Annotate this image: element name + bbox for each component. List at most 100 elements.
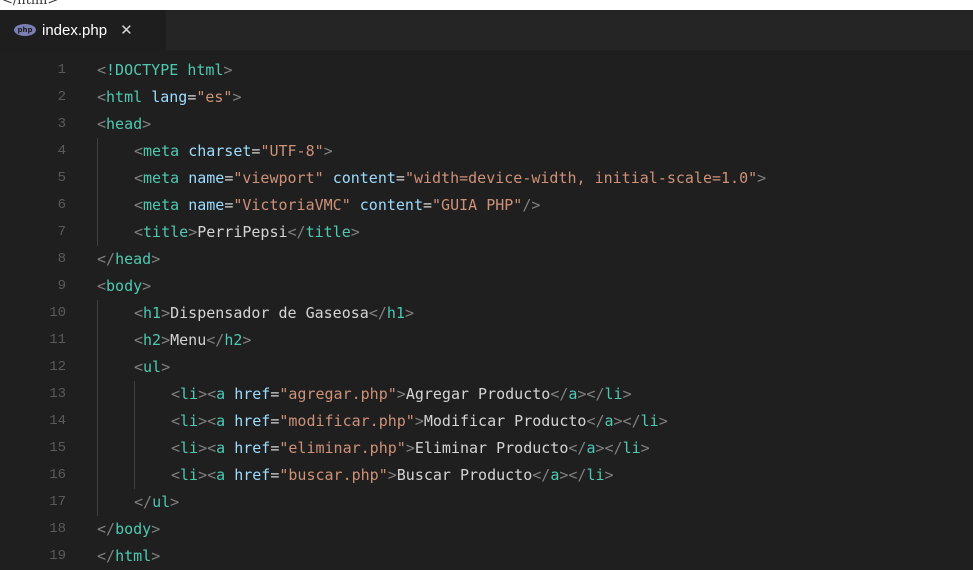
code-token: li [180, 466, 199, 484]
code-token: < [134, 169, 144, 187]
code-token: title [143, 223, 189, 241]
code-token: = [395, 169, 405, 187]
code-text: <meta name="VictoriaVMC" content="GUIA P… [134, 192, 540, 219]
code-line[interactable]: 13 <li><a href="agregar.php">Agregar Prod… [0, 381, 973, 408]
code-token: </ [287, 223, 306, 241]
code-token: Agregar Producto [405, 385, 551, 403]
top-cropped-text: </html> [0, 0, 973, 10]
line-number: 18 [49, 521, 66, 537]
code-line[interactable]: 3 <head> [0, 111, 973, 138]
indent-guide [97, 138, 98, 165]
code-line[interactable]: 8 </head> [0, 246, 973, 273]
code-token: > [151, 250, 161, 268]
code-line[interactable]: 15 <li><a href="eliminar.php">Eliminar Pr… [0, 435, 973, 462]
line-number: 15 [49, 440, 66, 456]
line-number: 11 [49, 332, 66, 348]
line-number: 7 [57, 224, 66, 240]
code-line[interactable]: 1 <!DOCTYPE html> [0, 57, 973, 84]
code-token: meta [143, 196, 180, 214]
code-token: > [188, 223, 198, 241]
code-token: < [97, 277, 107, 295]
indent-guide [97, 165, 98, 192]
code-token: > [242, 331, 252, 349]
line-number: 6 [57, 197, 66, 213]
code-token: > [622, 385, 632, 403]
close-icon[interactable]: ✕ [120, 21, 133, 39]
line-number: 14 [49, 413, 66, 429]
code-line[interactable]: 9 <body> [0, 273, 973, 300]
code-token: head [115, 250, 152, 268]
line-number: 17 [49, 494, 66, 510]
code-token: </ [550, 385, 569, 403]
code-token: = [224, 196, 234, 214]
code-token: href [234, 466, 271, 484]
code-line[interactable]: 7 <title>PerriPepsi</title> [0, 219, 973, 246]
code-token: >< [198, 412, 217, 430]
code-token: > [323, 142, 333, 160]
code-token: < [134, 358, 144, 376]
code-token: > [414, 412, 424, 430]
code-text: <!DOCTYPE html> [97, 57, 232, 84]
code-token: href [234, 439, 271, 457]
code-token: >< [198, 466, 217, 484]
code-token: > [232, 88, 242, 106]
code-token: > [170, 493, 180, 511]
code-token: "buscar.php" [279, 466, 388, 484]
code-token: /> [522, 196, 541, 214]
code-token: > [142, 277, 152, 295]
code-line[interactable]: 4 <meta charset="UTF-8"> [0, 138, 973, 165]
tab-bar: php index.php ✕ [0, 10, 973, 50]
code-token: h1 [143, 304, 162, 322]
code-token: h1 [386, 304, 405, 322]
code-token: ></ [613, 412, 641, 430]
code-token: </ [97, 547, 116, 565]
code-token: < [134, 331, 144, 349]
code-token: > [161, 331, 171, 349]
code-token: </ [134, 493, 153, 511]
code-token: < [97, 115, 107, 133]
code-line[interactable]: 18 </body> [0, 516, 973, 543]
code-line[interactable]: 12 <ul> [0, 354, 973, 381]
top-cropped-fragment: </html> [2, 0, 59, 8]
code-text: <head> [97, 111, 151, 138]
code-token: < [97, 88, 107, 106]
code-token: html [106, 88, 143, 106]
indent-guide [97, 300, 98, 327]
code-token: < [134, 223, 144, 241]
indent-guide [97, 219, 98, 246]
code-line[interactable]: 6 <meta name="VictoriaVMC" content="GUIA … [0, 192, 973, 219]
code-editor[interactable]: 1 <!DOCTYPE html> 2 <html lang="es"> 3 <head>… [0, 57, 973, 565]
tab-index-php[interactable]: php index.php ✕ [0, 10, 166, 50]
tab-label: index.php [42, 21, 108, 39]
code-token: "VictoriaVMC" [233, 196, 351, 214]
code-line[interactable]: 5 <meta name="viewport" content="width=de… [0, 165, 973, 192]
code-line[interactable]: 19 </html> [0, 543, 973, 570]
code-token: li [586, 466, 605, 484]
code-token: < [134, 196, 144, 214]
code-token: h2 [224, 331, 243, 349]
code-token: "modificar.php" [279, 412, 415, 430]
code-token: charset [188, 142, 252, 160]
code-line[interactable]: 16 <li><a href="buscar.php">Buscar Produc… [0, 462, 973, 489]
code-token: = [224, 169, 234, 187]
code-line[interactable]: 2 <html lang="es"> [0, 84, 973, 111]
code-token: PerriPepsi [197, 223, 288, 241]
code-token: body [115, 520, 152, 538]
code-token: html [115, 547, 152, 565]
code-line[interactable]: 14 <li><a href="modificar.php">Modificar … [0, 408, 973, 435]
code-line[interactable]: 10 <h1>Dispensador de Gaseosa</h1> [0, 300, 973, 327]
indent-guide [134, 408, 135, 435]
code-token: a [216, 439, 226, 457]
code-token: title [305, 223, 351, 241]
code-token: html [187, 61, 224, 79]
code-token: < [134, 142, 144, 160]
code-line[interactable]: 11 <h2>Menu</h2> [0, 327, 973, 354]
code-token: "es" [196, 88, 233, 106]
line-number: 4 [57, 143, 66, 159]
code-line[interactable]: 17 </ul> [0, 489, 973, 516]
